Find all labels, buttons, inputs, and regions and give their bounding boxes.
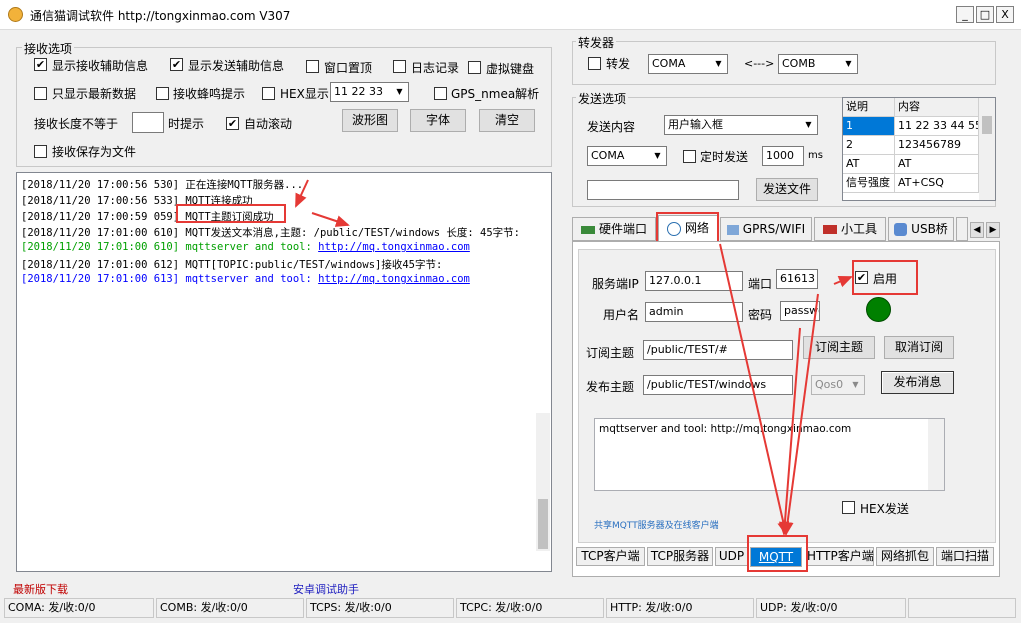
status-udp: UDP: 发/收:0/0: [756, 598, 906, 618]
arrow-network-to-mqtt: [719, 243, 790, 536]
status-tcps: TCPS: 发/收:0/0: [306, 598, 454, 618]
arrow-port-to-mqtt: [781, 293, 819, 536]
arrow-subscribe-to-mqtt: [778, 327, 801, 536]
arrow-to-enable: [833, 276, 853, 288]
status-tcpc: TCPC: 发/收:0/0: [456, 598, 604, 618]
status-empty: [908, 598, 1016, 618]
arrow-to-publish-log: [311, 212, 350, 227]
status-coma: COMA: 发/收:0/0: [4, 598, 154, 618]
status-http: HTTP: 发/收:0/0: [606, 598, 754, 618]
arrow-to-subscribe-success: [295, 179, 309, 208]
status-comb: COMB: 发/收:0/0: [156, 598, 304, 618]
annotation-arrows: [295, 179, 853, 536]
